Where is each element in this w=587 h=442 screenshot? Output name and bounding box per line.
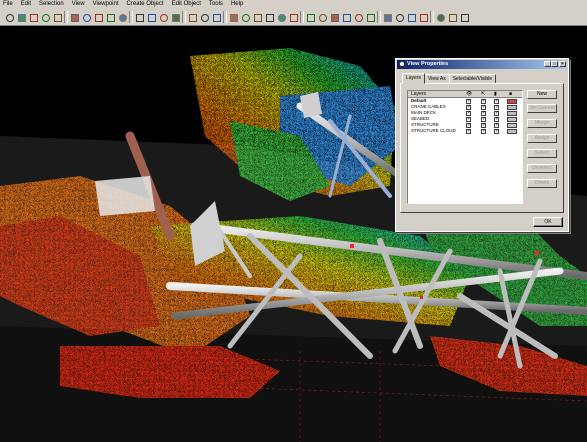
walk-icon[interactable] <box>133 11 144 22</box>
menu-tools[interactable]: Tools <box>209 0 223 9</box>
dialog-title-bar[interactable]: View Properties _ □ × <box>397 60 567 69</box>
app-icon <box>399 61 405 67</box>
paint-icon[interactable] <box>393 11 404 22</box>
menu-selection[interactable]: Selection <box>39 0 64 9</box>
cube-icon[interactable] <box>239 11 250 22</box>
person-icon[interactable] <box>352 11 363 22</box>
rotate-view-icon[interactable] <box>198 11 209 22</box>
zoom-icon[interactable] <box>80 11 91 22</box>
menu-help[interactable]: Help <box>231 0 243 9</box>
toolbar <box>0 9 587 26</box>
merge-button[interactable]: Merge <box>527 119 557 128</box>
delete-icon[interactable] <box>364 11 375 22</box>
fit-icon[interactable] <box>92 11 103 22</box>
layers-icon[interactable] <box>405 11 416 22</box>
layers-panel: Layers 👁 ⇱ ▮ ■ Default ✓ ✓ ✓ CRANE CABLES ✓ ✓ ✓… <box>400 83 564 213</box>
text-icon[interactable] <box>145 11 156 22</box>
deselect-button[interactable]: Deselect <box>527 164 557 173</box>
menu-file[interactable]: File <box>3 0 13 9</box>
center-icon[interactable] <box>186 11 197 22</box>
pipe-icon[interactable] <box>275 11 286 22</box>
box-icon[interactable] <box>316 11 327 22</box>
menu-create-object[interactable]: Create Object <box>127 0 164 9</box>
zoom-box-icon[interactable] <box>68 11 79 22</box>
menu-bar: File Edit Selection View Viewpoint Creat… <box>0 0 587 9</box>
layer-row[interactable]: STRUCTURE CLOUD ✓ ✓ ✓ <box>408 128 522 134</box>
selectable-icon[interactable] <box>417 11 428 22</box>
cylinder-icon[interactable] <box>263 11 274 22</box>
minimize-icon[interactable]: _ <box>544 61 551 67</box>
layer-selectable-checkbox[interactable]: ✓ <box>481 129 486 134</box>
cut-icon[interactable] <box>227 11 238 22</box>
layers-column-header: Layers <box>411 91 427 97</box>
dialog-title: View Properties <box>407 61 449 67</box>
help-icon[interactable] <box>434 11 445 22</box>
close-icon[interactable]: × <box>559 61 566 67</box>
tab-layers[interactable]: Layers <box>402 73 426 84</box>
pan-icon[interactable] <box>104 11 115 22</box>
ok-button[interactable]: OK <box>533 217 563 227</box>
set-current-button[interactable]: Set Current <box>527 104 557 113</box>
maximize-icon[interactable]: □ <box>551 61 558 67</box>
layer-color-swatch[interactable] <box>507 129 517 134</box>
selectable-column-icon[interactable]: ⇱ <box>481 91 485 98</box>
menu-edit[interactable]: Edit <box>21 0 31 9</box>
color-column-icon[interactable]: ■ <box>509 91 512 98</box>
new-button[interactable]: New <box>527 90 557 99</box>
vertex-icon[interactable] <box>157 11 168 22</box>
select-arrow-icon[interactable] <box>3 11 14 22</box>
move-icon[interactable] <box>51 11 62 22</box>
slab-icon[interactable] <box>328 11 339 22</box>
grid-icon[interactable] <box>446 11 457 22</box>
torus-icon[interactable] <box>287 11 298 22</box>
settings-icon[interactable] <box>458 11 469 22</box>
beam-icon[interactable] <box>340 11 351 22</box>
elbow-icon[interactable] <box>304 11 315 22</box>
flag-icon[interactable] <box>381 11 392 22</box>
lock-column-icon[interactable]: ▮ <box>494 91 497 98</box>
orbit-icon[interactable] <box>116 11 127 22</box>
menu-view[interactable]: View <box>72 0 85 9</box>
layers-list-header: Layers 👁 ⇱ ▮ ■ <box>408 91 522 98</box>
assign-button[interactable]: Assign <box>527 134 557 143</box>
flip-icon[interactable] <box>210 11 221 22</box>
menu-edit-object[interactable]: Edit Object <box>172 0 201 9</box>
layers-list[interactable]: Layers 👁 ⇱ ▮ ■ Default ✓ ✓ ✓ CRANE CABLES ✓ ✓ ✓… <box>407 90 523 204</box>
layer-name: STRUCTURE CLOUD <box>411 128 456 133</box>
select-button[interactable]: Select <box>527 149 557 158</box>
dialog-tabs: Layers View As Selectable/Visible <box>402 73 497 84</box>
view-properties-dialog: View Properties _ □ × Layers View As Sel… <box>395 58 569 232</box>
visible-column-icon[interactable]: 👁 <box>466 91 472 98</box>
plane-icon[interactable] <box>251 11 262 22</box>
menu-viewpoint[interactable]: Viewpoint <box>93 0 119 9</box>
delete-button[interactable]: Delete <box>527 179 557 188</box>
layer-visible-checkbox[interactable]: ✓ <box>466 129 471 134</box>
layer-lock-checkbox[interactable]: ✓ <box>494 129 499 134</box>
hand-icon[interactable] <box>39 11 50 22</box>
measure-icon[interactable] <box>169 11 180 22</box>
select-box-icon[interactable] <box>15 11 26 22</box>
rotate-icon[interactable] <box>27 11 38 22</box>
